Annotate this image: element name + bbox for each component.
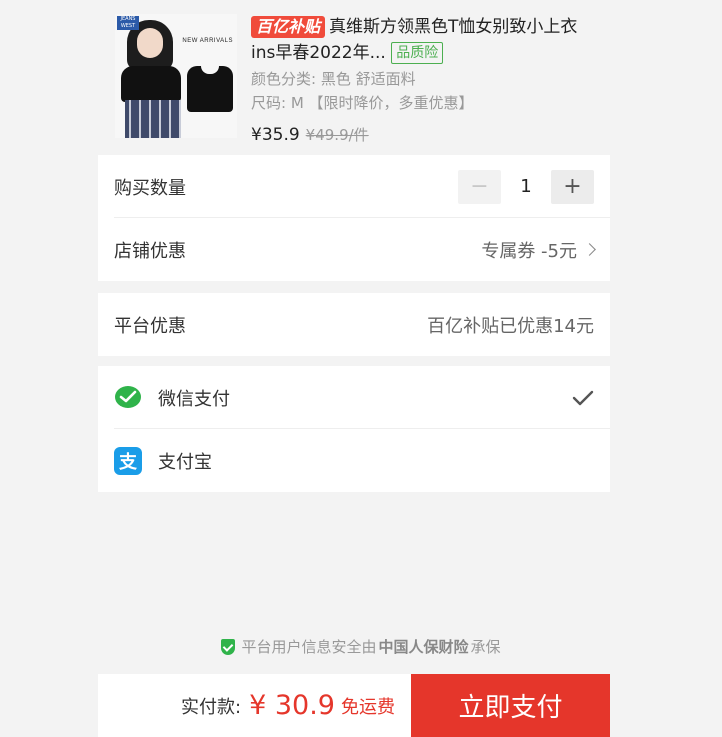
selected-check-icon: [572, 389, 594, 407]
wechat-pay-icon: [114, 383, 142, 412]
platform-discount-row: 平台优惠 百亿补贴已优惠14元: [98, 293, 610, 356]
security-prefix: 平台用户信息安全由: [241, 638, 377, 656]
product-price: ¥35.9 ¥49.9/件: [251, 124, 369, 145]
quantity-stepper: − 1 +: [458, 169, 594, 204]
pay-now-button[interactable]: 立即支付: [411, 674, 610, 737]
checkout-bar: 实付款: ¥ 30.9 免运费 立即支付: [98, 674, 610, 737]
quality-tag: 品质险: [391, 42, 444, 64]
product-color-spec: 颜色分类: 黑色 舒适面料: [251, 70, 416, 88]
platform-discount-value: 百亿补贴已优惠14元: [427, 315, 594, 337]
security-suffix: 承保: [470, 638, 501, 656]
price-current: ¥35.9: [251, 125, 300, 145]
shop-discount-value: 专属券 -5元: [481, 240, 577, 262]
product-title[interactable]: 百亿补贴 真维斯方领黑色T恤女别致小上衣ins早春2022年... 品质险: [251, 14, 596, 66]
quantity-label: 购买数量: [114, 177, 186, 199]
alipay-label: 支付宝: [158, 451, 212, 473]
payment-option-alipay[interactable]: 支 支付宝: [98, 429, 610, 492]
model-face: [137, 28, 163, 58]
decrease-button[interactable]: −: [458, 169, 501, 204]
order-options-card: 购买数量 − 1 + 店铺优惠 专属券 -5元: [98, 155, 610, 281]
increase-button[interactable]: +: [551, 169, 594, 204]
alipay-icon: 支: [114, 446, 142, 475]
shop-discount-label: 店铺优惠: [114, 240, 186, 262]
wechat-pay-label: 微信支付: [158, 388, 230, 410]
platform-discount-card: 平台优惠 百亿补贴已优惠14元: [98, 293, 610, 356]
new-arrivals-text: NEW ARRIVALS: [182, 38, 233, 44]
subsidy-badge: 百亿补贴: [251, 16, 326, 38]
brand-logo: JEANS WEST: [117, 16, 139, 30]
product-size-spec: 尺码: M 【限时降价，多重优惠】: [251, 94, 474, 112]
total-summary: 实付款: ¥ 30.9 免运费: [98, 674, 411, 737]
platform-discount-label: 平台优惠: [114, 315, 186, 337]
product-image[interactable]: JEANS WEST NEW ARRIVALS: [115, 14, 237, 138]
product-card[interactable]: JEANS WEST NEW ARRIVALS 百亿补贴 真维斯方领黑色T恤女别致…: [98, 0, 610, 150]
quantity-row: 购买数量 − 1 +: [98, 155, 610, 218]
shield-check-icon: [221, 638, 236, 655]
quantity-value[interactable]: 1: [501, 176, 551, 197]
chevron-right-icon: [583, 243, 596, 256]
payment-option-wechat[interactable]: 微信支付: [98, 366, 610, 429]
model-skirt: [125, 100, 181, 138]
total-amount: ¥ 30.9: [249, 690, 335, 721]
price-original: ¥49.9/件: [305, 126, 369, 144]
total-label: 实付款:: [181, 696, 242, 718]
model-top: [121, 66, 181, 102]
shirt-image: [187, 66, 233, 112]
security-notice: 平台用户信息安全由 中国人保财险 承保: [0, 636, 722, 657]
shop-discount-value-wrap: 专属券 -5元: [481, 237, 596, 263]
shop-discount-row[interactable]: 店铺优惠 专属券 -5元: [98, 218, 610, 281]
payment-method-card: 微信支付 支 支付宝: [98, 366, 610, 492]
insurer-name: 中国人保财险: [378, 638, 469, 656]
shipping-note: 免运费: [341, 696, 395, 718]
